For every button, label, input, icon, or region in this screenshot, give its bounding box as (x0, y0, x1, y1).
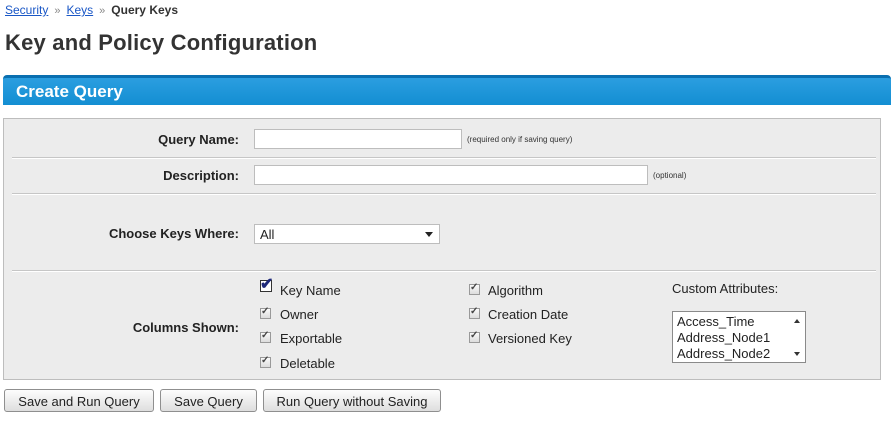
save-query-button[interactable]: Save Query (160, 389, 257, 412)
save-and-run-query-button[interactable]: Save and Run Query (4, 389, 154, 412)
checkbox-checked-icon[interactable] (260, 330, 271, 343)
create-query-form: Query Name: (required only if saving que… (3, 118, 881, 380)
divider (12, 157, 876, 159)
description-input[interactable] (254, 165, 648, 185)
list-option[interactable]: Address_Node2 (677, 346, 770, 361)
checkbox-label: Algorithm (488, 283, 543, 298)
choose-keys-select[interactable]: All (254, 224, 440, 244)
list-option[interactable]: Access_Time (677, 314, 755, 329)
breadcrumb-separator: » (54, 5, 61, 17)
section-title: Create Query (16, 82, 123, 101)
checkbox-label: Creation Date (488, 307, 569, 322)
scrollbar[interactable] (789, 312, 805, 362)
query-name-input[interactable] (254, 129, 462, 149)
breadcrumb-link-security[interactable]: Security (5, 3, 48, 17)
section-header: Create Query (3, 75, 891, 105)
scroll-up-icon[interactable] (794, 319, 800, 323)
columns-shown-label: Columns Shown: (132, 320, 239, 335)
checkbox-checked-icon[interactable] (469, 330, 480, 343)
list-option[interactable]: Address_Node1 (677, 330, 770, 345)
divider (12, 270, 876, 272)
choose-keys-value: All (260, 227, 275, 242)
divider (12, 193, 876, 195)
checkbox-checked-icon[interactable] (260, 355, 271, 368)
chevron-down-icon (425, 232, 433, 237)
checkbox-label: Versioned Key (488, 331, 572, 346)
checkbox-label: Key Name (280, 283, 341, 298)
page-title: Key and Policy Configuration (5, 30, 318, 55)
checkbox-checked-icon[interactable] (469, 306, 480, 319)
custom-attributes-listbox[interactable]: Access_Time Address_Node1 Address_Node2 (672, 311, 806, 363)
breadcrumb-separator: » (99, 5, 106, 17)
breadcrumb: Security » Keys » Query Keys (5, 3, 178, 17)
checkbox-label: Owner (280, 307, 319, 322)
checkbox-checked-icon[interactable] (260, 306, 271, 319)
query-name-hint: (required only if saving query) (467, 135, 573, 144)
run-query-without-saving-button[interactable]: Run Query without Saving (263, 389, 441, 412)
query-name-label: Query Name: (158, 132, 239, 147)
description-label: Description: (163, 168, 239, 183)
checkbox-checked-icon[interactable] (260, 274, 273, 294)
choose-keys-label: Choose Keys Where: (108, 226, 239, 241)
checkbox-label: Deletable (280, 356, 335, 371)
custom-attributes-label: Custom Attributes: (672, 281, 779, 296)
description-hint: (optional) (653, 171, 687, 180)
checkbox-checked-icon[interactable] (469, 282, 480, 295)
scroll-down-icon[interactable] (794, 352, 800, 356)
checkbox-label: Exportable (280, 331, 343, 346)
breadcrumb-current: Query Keys (111, 3, 178, 17)
breadcrumb-link-keys[interactable]: Keys (66, 3, 93, 17)
